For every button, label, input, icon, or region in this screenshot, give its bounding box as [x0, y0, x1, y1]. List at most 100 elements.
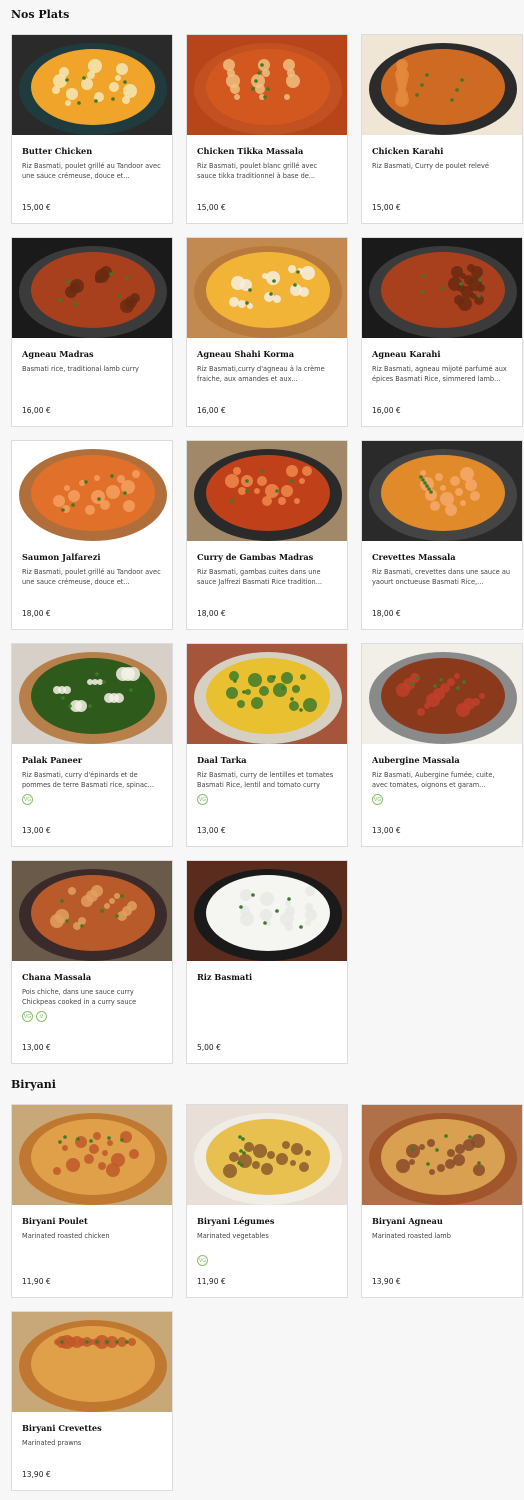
dish-photo — [12, 644, 172, 744]
dish-info: Biryani Légumes Marinated vegetables VG — [187, 1205, 347, 1266]
dish-card[interactable]: Agneau Karahi Riz Basmati, agneau mijoté … — [361, 237, 523, 427]
dish-description: Riz Basmati, Aubergine fumée, cuite, ave… — [372, 771, 495, 789]
dish-info: Agneau Karahi Riz Basmati, agneau mijoté … — [362, 338, 522, 384]
dish-info: Agneau Madras Basmati rice, traditional l… — [12, 338, 172, 384]
dish-photo — [12, 238, 172, 338]
dish-price: 18,00 € — [372, 609, 401, 618]
dish-card[interactable]: Butter Chicken Riz Basmati, poulet grillé… — [11, 34, 173, 224]
dish-price: 15,00 € — [197, 203, 226, 212]
dish-card[interactable]: Riz Basmati 5,00 € — [186, 860, 348, 1064]
dish-photo — [362, 1105, 522, 1205]
dish-description: Riz Basmati, gambas cuites dans une sauc… — [197, 568, 323, 586]
dish-photo — [362, 644, 522, 744]
section-title-nos-plats: Nos Plats — [11, 8, 70, 21]
dish-description: Riz Basmati, poulet grillé au Tandoor av… — [22, 162, 161, 180]
dish-price: 13,00 € — [372, 826, 401, 835]
dish-price: 16,00 € — [372, 406, 401, 415]
dish-description: Marinated vegetables — [197, 1232, 269, 1240]
dish-card[interactable]: Biryani Agneau Marinated roasted lamb 13,9… — [361, 1104, 523, 1298]
dish-photo — [187, 238, 347, 338]
dish-name: Chicken Karahi — [372, 146, 444, 156]
dish-price: 13,90 € — [372, 1277, 401, 1286]
dish-card[interactable]: Biryani Légumes Marinated vegetables VG 11,… — [186, 1104, 348, 1298]
dish-info: Palak Paneer Riz Basmati, curry d'épinard… — [12, 744, 172, 805]
dish-photo — [187, 644, 347, 744]
dish-price: 18,00 € — [22, 609, 51, 618]
dish-info: Agneau Shahi Korma Riz Basmati,curry d'ag… — [187, 338, 347, 384]
dish-description: Marinated prawns — [22, 1439, 82, 1447]
dish-name: Chicken Tikka Massala — [197, 146, 304, 156]
dish-photo — [187, 861, 347, 961]
dish-name: Daal Tarka — [197, 755, 247, 765]
dish-info: Biryani Poulet Marinated roasted chicken — [12, 1205, 172, 1251]
diet-badges: VG — [197, 794, 337, 805]
dish-description: Marinated roasted lamb — [372, 1232, 451, 1240]
dish-name: Biryani Poulet — [22, 1216, 88, 1226]
dish-description: Riz Basmati, poulet blanc grillé avec sa… — [197, 162, 318, 180]
dish-card[interactable]: Saumon Jalfarezi Riz Basmati, poulet gril… — [11, 440, 173, 630]
dish-price: 16,00 € — [197, 406, 226, 415]
dish-description: Riz Basmati, curry de lentilles et tomat… — [197, 771, 334, 789]
dish-price: 13,00 € — [22, 1043, 51, 1052]
dish-name: Agneau Madras — [22, 349, 94, 359]
dish-name: Riz Basmati — [197, 972, 253, 982]
section-title-biryani: Biryani — [11, 1078, 56, 1091]
vegan-badge-icon: VG — [22, 794, 33, 805]
dish-price: 16,00 € — [22, 406, 51, 415]
vegan-badge-icon: VG — [197, 1255, 208, 1266]
dish-card[interactable]: Biryani Poulet Marinated roasted chicken 1… — [11, 1104, 173, 1298]
dish-card[interactable]: Biryani Crevettes Marinated prawns 13,90 € — [11, 1311, 173, 1491]
dish-card[interactable]: Chicken Tikka Massala Riz Basmati, poulet… — [186, 34, 348, 224]
diet-badges: VG — [22, 794, 162, 805]
dish-name: Aubergine Massala — [372, 755, 460, 765]
diet-badges: VG — [372, 794, 512, 805]
dish-photo — [362, 238, 522, 338]
dish-description: Riz Basmati, crevettes dans une sauce au… — [372, 568, 511, 586]
dish-name: Agneau Karahi — [372, 349, 441, 359]
dish-description: Riz Basmati, Curry de poulet relevé — [372, 162, 489, 170]
dish-name: Saumon Jalfarezi — [22, 552, 101, 562]
dish-info: Chicken Karahi Riz Basmati, Curry de poul… — [362, 135, 522, 181]
dish-card[interactable]: Daal Tarka Riz Basmati, curry de lentille… — [186, 643, 348, 847]
dish-description: Basmati rice, traditional lamb curry — [22, 365, 139, 373]
dish-price: 13,00 € — [197, 826, 226, 835]
dish-card[interactable]: Palak Paneer Riz Basmati, curry d'épinard… — [11, 643, 173, 847]
diet-badges: VG V — [22, 1011, 162, 1022]
dish-card[interactable]: Agneau Shahi Korma Riz Basmati,curry d'ag… — [186, 237, 348, 427]
dish-photo — [187, 35, 347, 135]
dish-name: Agneau Shahi Korma — [197, 349, 295, 359]
dish-card[interactable]: Crevettes Massala Riz Basmati, crevettes… — [361, 440, 523, 630]
dish-info: Saumon Jalfarezi Riz Basmati, poulet gril… — [12, 541, 172, 587]
dish-price: 15,00 € — [22, 203, 51, 212]
diet-badges: VG — [197, 1255, 337, 1266]
dish-name: Biryani Agneau — [372, 1216, 443, 1226]
dish-info: Aubergine Massala Riz Basmati, Aubergine … — [362, 744, 522, 805]
dish-card[interactable]: Chana Massala Pois chiche, dans une sauce… — [11, 860, 173, 1064]
dish-card[interactable]: Chicken Karahi Riz Basmati, Curry de poul… — [361, 34, 523, 224]
vegan-badge-icon: VG — [372, 794, 383, 805]
dish-price: 13,00 € — [22, 826, 51, 835]
dish-info: Biryani Crevettes Marinated prawns — [12, 1412, 172, 1458]
dish-name: Chana Massala — [22, 972, 92, 982]
vegan-badge-icon: VG — [197, 794, 208, 805]
dish-description: Pois chiche, dans une sauce curry Chickp… — [22, 988, 137, 1006]
dish-card[interactable]: Aubergine Massala Riz Basmati, Aubergine … — [361, 643, 523, 847]
dish-description: Riz Basmati, agneau mijoté parfumé aux é… — [372, 365, 507, 383]
dish-price: 11,90 € — [197, 1277, 226, 1286]
dish-description: Marinated roasted chicken — [22, 1232, 110, 1240]
dish-name: Crevettes Massala — [372, 552, 456, 562]
dish-card[interactable]: Agneau Madras Basmati rice, traditional l… — [11, 237, 173, 427]
dish-description: Riz Basmati, curry d'épinards et de pomm… — [22, 771, 154, 789]
vegan-badge-icon: VG — [22, 1011, 33, 1022]
dish-photo — [187, 1105, 347, 1205]
dish-info: Butter Chicken Riz Basmati, poulet grillé… — [12, 135, 172, 181]
dish-description: Riz Basmati,curry d'agneau à la crème fr… — [197, 365, 325, 383]
vegetarian-badge-icon: V — [36, 1011, 47, 1022]
dish-info: Biryani Agneau Marinated roasted lamb — [362, 1205, 522, 1251]
dish-info: Curry de Gambas Madras Riz Basmati, gamba… — [187, 541, 347, 587]
dish-name: Biryani Crevettes — [22, 1423, 102, 1433]
dish-name: Butter Chicken — [22, 146, 93, 156]
dish-card[interactable]: Curry de Gambas Madras Riz Basmati, gamba… — [186, 440, 348, 630]
dish-photo — [362, 441, 522, 541]
dish-info: Riz Basmati — [187, 961, 347, 1007]
